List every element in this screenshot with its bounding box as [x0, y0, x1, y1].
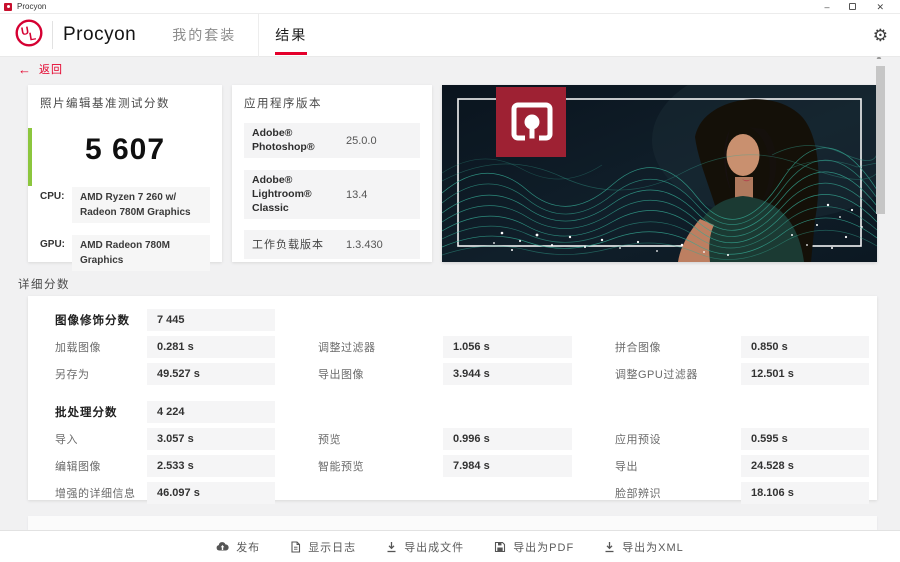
metric-value: 0.850 s: [741, 335, 869, 358]
gear-icon[interactable]: ⚙: [873, 27, 888, 44]
metric-label: 导出: [615, 460, 638, 473]
save-disk-icon: [494, 541, 506, 553]
back-button[interactable]: ← 返回: [18, 61, 63, 77]
next-section-peek: [28, 516, 877, 530]
metric-value: 3.057 s: [147, 427, 275, 450]
scrollbar-thumb[interactable]: [876, 66, 885, 214]
close-icon[interactable]: ✕: [876, 2, 884, 12]
metric-value: 49.527 s: [147, 362, 275, 385]
metric-value: 3.944 s: [443, 362, 572, 385]
back-arrow-icon: ←: [18, 61, 32, 77]
metric-value: 18.106 s: [741, 481, 869, 504]
download-xml-icon: [604, 541, 615, 553]
metric-value: 7.984 s: [443, 454, 572, 477]
cpu-value: AMD Ryzen 7 260 w/ Radeon 780M Graphics: [72, 187, 210, 223]
retouch-score-group: 图像修饰分数 7 445 加载图像 0.281 s 调整过滤器 1.056 s …: [55, 306, 877, 387]
log-document-icon: [290, 540, 301, 553]
metric-label: 另存为: [55, 368, 90, 381]
app-versions-card: 应用程序版本 Adobe® Photoshop® 25.0.0 Adobe® L…: [232, 85, 432, 262]
workload-label: 工作负载版本: [252, 238, 324, 251]
export-file-button[interactable]: 导出成文件: [386, 539, 464, 555]
version-row-photoshop: Adobe® Photoshop® 25.0.0: [244, 123, 420, 159]
export-pdf-button[interactable]: 导出为PDF: [494, 539, 574, 555]
show-log-button[interactable]: 显示日志: [290, 539, 356, 555]
benchmark-hero-image: [441, 60, 900, 262]
benchmark-score: 5 607: [84, 133, 166, 166]
metric-value: 0.281 s: [147, 335, 275, 358]
tab-my-suites[interactable]: 我的套装: [158, 14, 250, 57]
metric-label: 调整GPU过滤器: [615, 368, 698, 381]
metric-label: 增强的详细信息: [55, 487, 136, 500]
publish-button[interactable]: 发布: [216, 539, 260, 555]
metric-label: 编辑图像: [55, 460, 101, 473]
benchmark-score-card: 照片编辑基准测试分数 5 607 CPU: AMD Ryzen 7 260 w/…: [28, 85, 222, 271]
download-file-icon: [386, 541, 397, 553]
metric-value: 24.528 s: [741, 454, 869, 477]
score-indicator-bar: [28, 128, 32, 186]
lightroom-version: 13.4: [346, 188, 368, 201]
batch-score-group: 批处理分数 4 224 导入 3.057 s 预览 0.996 s 应用预设 0…: [55, 398, 877, 506]
metric-value: 0.996 s: [443, 427, 572, 450]
metric-value: 2.533 s: [147, 454, 275, 477]
gpu-label: GPU:: [40, 239, 65, 250]
metric-label: 调整过滤器: [318, 341, 376, 354]
cpu-label: CPU:: [40, 191, 65, 202]
metric-label: 预览: [318, 433, 341, 446]
window-title: Procyon: [17, 2, 47, 11]
retouch-score-value: 7 445: [147, 308, 275, 331]
nav-divider: [52, 21, 53, 49]
versions-card-title: 应用程序版本: [244, 98, 322, 110]
title-bar: Procyon – ✕: [0, 0, 900, 14]
metric-label: 脸部辨识: [615, 487, 661, 500]
ul-logo: U L: [14, 18, 44, 53]
metric-label: 智能预览: [318, 460, 364, 473]
nav-separator: [258, 13, 260, 57]
batch-score-value: 4 224: [147, 400, 275, 423]
photoshop-version: 25.0.0: [346, 134, 377, 147]
metric-value: 12.501 s: [741, 362, 869, 385]
export-xml-button[interactable]: 导出为XML: [604, 539, 684, 555]
workload-version: 1.3.430: [346, 238, 383, 251]
detailed-scores-card: 图像修饰分数 7 445 加载图像 0.281 s 调整过滤器 1.056 s …: [28, 296, 877, 504]
metric-value: 46.097 s: [147, 481, 275, 504]
metric-label: 加载图像: [55, 341, 101, 354]
metric-value: 1.056 s: [443, 335, 572, 358]
retouch-score-label: 图像修饰分数: [55, 314, 130, 327]
metric-label: 应用预设: [615, 433, 661, 446]
brand-title: Procyon: [63, 24, 137, 45]
app-icon: [4, 2, 12, 11]
cloud-upload-icon: [216, 541, 229, 552]
nav-bar: U L Procyon 我的套装 结果 ⚙: [0, 13, 900, 57]
version-row-lightroom: Adobe® Lightroom® Classic 13.4: [244, 170, 420, 220]
back-label: 返回: [39, 64, 63, 76]
metric-label: 导入: [55, 433, 78, 446]
lightroom-label: Adobe® Lightroom® Classic: [252, 174, 312, 214]
footer-toolbar: 发布 显示日志 导出成文件 导出为PDF 导出为XML: [0, 530, 900, 562]
maximize-icon[interactable]: [849, 3, 857, 10]
photo-benchmark-logo-icon: [496, 87, 566, 157]
metric-label: 导出图像: [318, 368, 364, 381]
metric-value: 0.595 s: [741, 427, 869, 450]
gpu-value: AMD Radeon 780M Graphics: [72, 235, 210, 271]
tab-results[interactable]: 结果: [261, 14, 321, 57]
metric-label: 拼合图像: [615, 341, 661, 354]
photoshop-label: Adobe® Photoshop®: [252, 127, 315, 153]
score-card-title: 照片编辑基准测试分数: [40, 98, 170, 110]
version-row-workload: 工作负载版本 1.3.430: [244, 230, 420, 260]
batch-score-label: 批处理分数: [55, 406, 118, 419]
minimize-icon[interactable]: –: [824, 2, 829, 12]
details-section-title: 详细分数: [18, 279, 70, 291]
